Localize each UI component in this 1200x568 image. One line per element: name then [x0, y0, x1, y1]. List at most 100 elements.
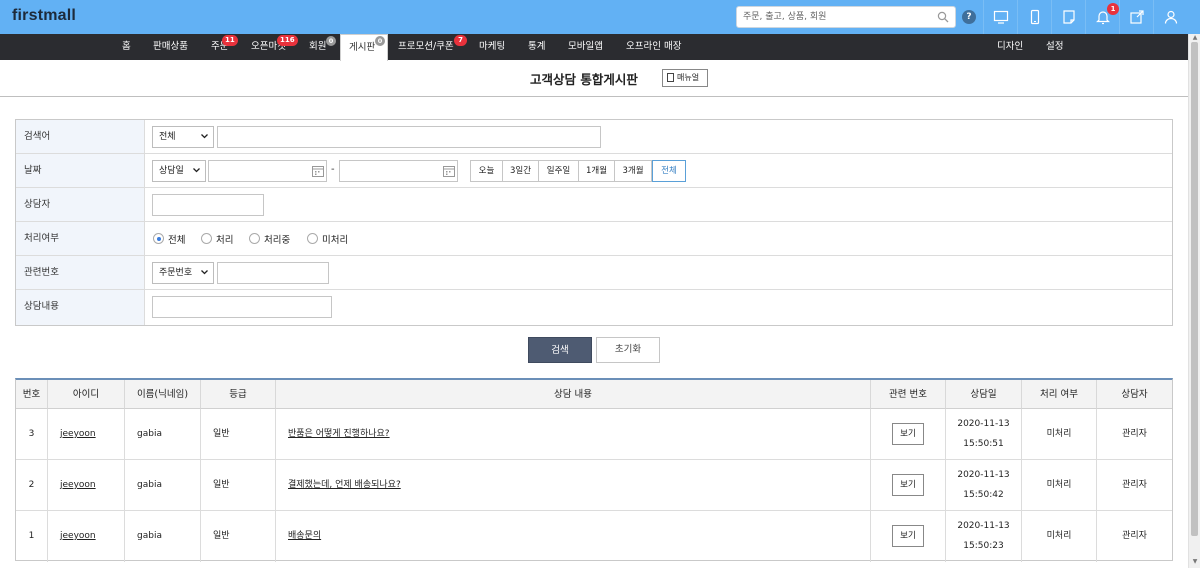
quick-3days-button[interactable]: 3일간 — [502, 160, 539, 182]
table-row: 1 jeeyoon gabia 일반 배송문의 보기 2020-11-13 15:… — [16, 511, 1172, 562]
status-done-radio[interactable] — [201, 233, 212, 244]
date-label: 날짜 — [16, 154, 145, 187]
member-id-link[interactable]: jeeyoon — [60, 429, 96, 439]
status-pending-label: 미처리 — [322, 235, 349, 246]
calendar-icon[interactable] — [443, 165, 455, 177]
cell-content[interactable]: 반품은 어떻게 진행하나요? — [276, 409, 871, 459]
filter-row-date: 날짜 상담일 - 오늘 3일간 일주일 1개월 3개월 전체 — [16, 154, 1172, 188]
menu-settings[interactable]: 설정 — [1046, 34, 1063, 60]
menu-marketing[interactable]: 마케팅 — [479, 34, 505, 60]
search-button[interactable]: 검색 — [528, 337, 592, 363]
scroll-thumb[interactable] — [1191, 42, 1198, 536]
content-input[interactable] — [152, 296, 332, 318]
time-value: 15:50:42 — [963, 490, 1004, 500]
help-icon[interactable]: ? — [962, 10, 976, 24]
status-pending-radio[interactable] — [307, 233, 318, 244]
cell-status: 미처리 — [1022, 460, 1097, 510]
view-button[interactable]: 보기 — [892, 423, 924, 445]
status-all-radio[interactable] — [153, 233, 164, 244]
external-link-icon[interactable] — [1119, 0, 1153, 34]
menu-members[interactable]: 회원 — [309, 34, 326, 60]
calendar-icon[interactable] — [312, 165, 324, 177]
status-all-label: 전체 — [168, 235, 186, 246]
reset-button[interactable]: 초기화 — [596, 337, 660, 363]
header-counselor: 상담자 — [1097, 380, 1172, 409]
date-value: 2020-11-13 — [957, 470, 1010, 480]
global-search[interactable] — [736, 6, 956, 28]
view-button[interactable]: 보기 — [892, 525, 924, 547]
mobile-icon[interactable] — [1017, 0, 1051, 34]
end-date-input[interactable] — [339, 160, 458, 182]
status-label: 처리여부 — [16, 222, 145, 255]
table-row: 3 jeeyoon gabia 일반 반품은 어떻게 진행하나요? 보기 202… — [16, 409, 1172, 460]
cell-id[interactable]: jeeyoon — [48, 460, 125, 510]
header-grade: 등급 — [201, 380, 276, 409]
cell-content[interactable]: 결제했는데, 언제 배송되나요? — [276, 460, 871, 510]
page-scrollbar[interactable]: ▲ ▼ — [1188, 34, 1200, 568]
keyword-input[interactable] — [217, 126, 601, 148]
menu-design[interactable]: 디자인 — [997, 34, 1023, 60]
logo[interactable]: firstmall — [12, 7, 76, 25]
user-icon[interactable] — [1153, 0, 1188, 34]
menu-stats[interactable]: 통계 — [528, 34, 545, 60]
keyword-type-select[interactable]: 전체 — [152, 126, 214, 148]
header-name: 이름(닉네임) — [125, 380, 201, 409]
cell-status: 미처리 — [1022, 511, 1097, 562]
related-number-input[interactable] — [217, 262, 329, 284]
cell-related: 보기 — [871, 409, 946, 459]
counsel-list-table: 번호 아이디 이름(닉네임) 등급 상담 내용 관련 번호 상담일 처리 여부 … — [15, 378, 1173, 562]
menu-offline-store[interactable]: 오프라인 매장 — [626, 34, 681, 60]
cell-status: 미처리 — [1022, 409, 1097, 459]
cell-related: 보기 — [871, 511, 946, 562]
menu-home[interactable]: 홈 — [122, 34, 131, 60]
document-icon — [667, 73, 674, 82]
related-type-select[interactable]: 주문번호 — [152, 262, 214, 284]
cell-date: 2020-11-13 15:50:42 — [946, 460, 1022, 510]
content-label: 상담내용 — [16, 290, 145, 325]
date-type-select[interactable]: 상담일 — [152, 160, 206, 182]
main-menu: 홈 판매상품 주문 11 오픈마켓 116 회원 0 게시판 0 프로모션/쿠폰… — [0, 34, 1188, 61]
title-divider — [0, 96, 1188, 97]
board-badge: 0 — [375, 36, 385, 46]
monitor-icon[interactable] — [983, 0, 1017, 34]
keyword-label: 검색어 — [16, 120, 145, 153]
quick-1month-button[interactable]: 1개월 — [578, 160, 615, 182]
quick-all-button[interactable]: 전체 — [652, 160, 686, 182]
member-id-link[interactable]: jeeyoon — [60, 531, 96, 541]
counsel-content-link[interactable]: 결제했는데, 언제 배송되나요? — [288, 480, 401, 490]
cell-id[interactable]: jeeyoon — [48, 511, 125, 562]
status-done-label: 처리 — [216, 235, 234, 246]
menu-promotion[interactable]: 프로모션/쿠폰 — [398, 34, 454, 60]
cell-no: 2 — [16, 460, 48, 510]
cell-content[interactable]: 배송문의 — [276, 511, 871, 562]
quick-3months-button[interactable]: 3개월 — [614, 160, 652, 182]
note-icon[interactable] — [1051, 0, 1085, 34]
cell-date: 2020-11-13 15:50:51 — [946, 409, 1022, 459]
manual-button[interactable]: 매뉴얼 — [662, 69, 708, 87]
filter-row-keyword: 검색어 전체 — [16, 120, 1172, 154]
scroll-up-arrow[interactable]: ▲ — [1191, 34, 1199, 42]
quick-week-button[interactable]: 일주일 — [538, 160, 579, 182]
view-button[interactable]: 보기 — [892, 474, 924, 496]
scroll-down-arrow[interactable]: ▼ — [1191, 558, 1199, 566]
counsel-content-link[interactable]: 반품은 어떻게 진행하나요? — [288, 429, 390, 439]
date-value: 2020-11-13 — [957, 521, 1010, 531]
chevron-down-icon — [201, 134, 208, 139]
cell-name: gabia — [125, 409, 201, 459]
quick-today-button[interactable]: 오늘 — [470, 160, 503, 182]
notification-badge: 1 — [1107, 3, 1119, 15]
menu-mobileapp[interactable]: 모바일앱 — [568, 34, 603, 60]
search-input[interactable] — [743, 10, 933, 24]
menu-members-label: 회원 — [309, 41, 327, 52]
start-date-input[interactable] — [208, 160, 327, 182]
search-icon[interactable] — [937, 11, 949, 23]
date-value: 2020-11-13 — [957, 419, 1010, 429]
cell-id[interactable]: jeeyoon — [48, 409, 125, 459]
counselor-input[interactable] — [152, 194, 264, 216]
menu-products[interactable]: 판매상품 — [153, 34, 188, 60]
counsel-content-link[interactable]: 배송문의 — [288, 531, 321, 541]
top-bar: firstmall ? 1 — [0, 0, 1200, 34]
time-value: 15:50:51 — [963, 439, 1004, 449]
status-inprogress-radio[interactable] — [249, 233, 260, 244]
member-id-link[interactable]: jeeyoon — [60, 480, 96, 490]
